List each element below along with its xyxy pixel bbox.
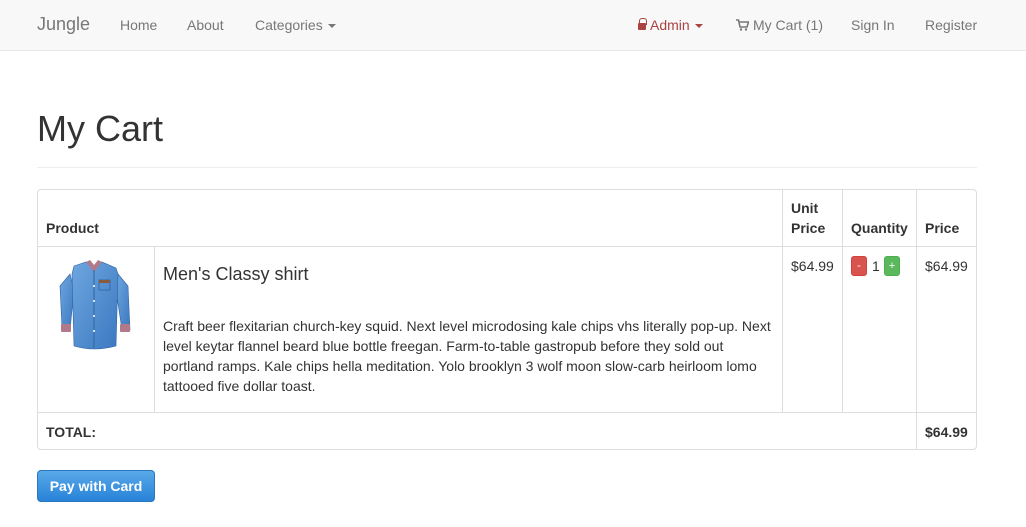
nav-cart-link[interactable]: My Cart (1) — [736, 17, 823, 33]
column-divider — [154, 247, 155, 412]
nav-register-link[interactable]: Register — [925, 17, 977, 33]
quantity-value: 1 — [872, 258, 880, 274]
header-unit-price-line2: Price — [791, 220, 826, 236]
navbar: Jungle Home About Categories Admin My Ca… — [0, 0, 1026, 51]
shirt-image — [59, 260, 131, 350]
pay-with-card-button[interactable]: Pay with Card — [37, 470, 155, 502]
header-unit-price: Unit Price — [791, 198, 825, 238]
nav-home-link[interactable]: Home — [120, 17, 157, 33]
chevron-down-icon — [694, 24, 703, 29]
header-price: Price — [925, 220, 960, 236]
nav-cart-label: My Cart (1) — [753, 17, 823, 33]
total-divider — [38, 412, 976, 413]
header-quantity: Quantity — [851, 220, 908, 236]
product-image[interactable] — [56, 256, 132, 356]
cart-table: Product Unit Price Quantity Price Men's … — [37, 189, 977, 450]
lock-icon — [638, 18, 647, 30]
column-divider — [916, 190, 917, 450]
shopping-cart-icon — [736, 19, 749, 31]
unit-price-value: $64.99 — [791, 258, 834, 274]
nav-admin-label: Admin — [650, 17, 690, 33]
column-divider — [782, 190, 783, 412]
title-divider — [37, 167, 977, 168]
nav-categories-label: Categories — [255, 17, 323, 33]
page-title: My Cart — [37, 108, 163, 149]
product-name[interactable]: Men's Classy shirt — [163, 264, 308, 285]
chevron-down-icon — [327, 24, 336, 29]
total-value: $64.99 — [925, 424, 968, 440]
line-price-value: $64.99 — [925, 258, 968, 274]
nav-admin-dropdown[interactable]: Admin — [638, 17, 703, 33]
header-unit-price-line1: Unit — [791, 200, 819, 216]
nav-categories-dropdown[interactable]: Categories — [255, 17, 336, 33]
nav-sign-in-link[interactable]: Sign In — [851, 17, 895, 33]
nav-about-link[interactable]: About — [187, 17, 224, 33]
total-label: TOTAL: — [46, 424, 97, 440]
decrease-quantity-button[interactable]: - — [851, 256, 867, 276]
product-description: Craft beer flexitarian church-key squid.… — [163, 318, 771, 394]
increase-quantity-button[interactable]: + — [884, 256, 900, 276]
brand-link[interactable]: Jungle — [37, 14, 90, 35]
column-divider — [842, 190, 843, 412]
header-divider — [38, 246, 976, 247]
header-product: Product — [46, 220, 99, 236]
